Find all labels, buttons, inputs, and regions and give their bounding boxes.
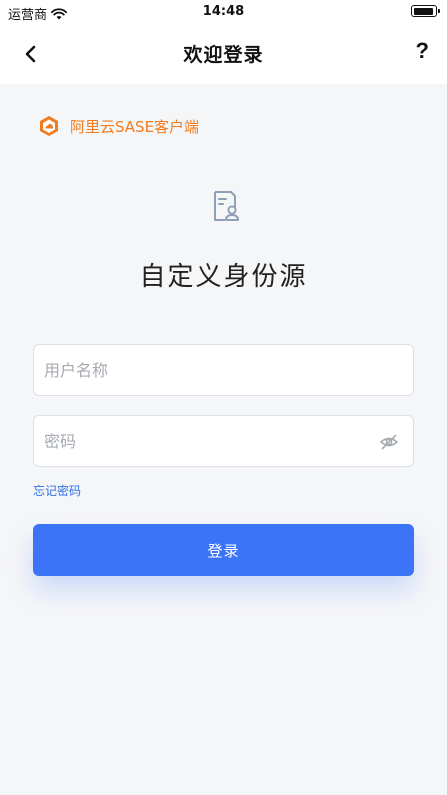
nav-bar: 欢迎登录 ? [0,24,447,84]
login-button[interactable]: 登录 [33,524,414,576]
forgot-password-link[interactable]: 忘记密码 [33,482,81,499]
header-area: 运营商 14:48 欢迎登录 ? [0,0,447,84]
password-field [33,415,414,467]
page-title: 欢迎登录 [183,44,264,66]
identity-card-icon [214,191,239,221]
status-bar: 运营商 14:48 [0,0,447,24]
identity-source-title: 自定义身份源 [139,262,308,292]
username-field [33,344,414,396]
status-time: 14:48 [202,4,245,19]
eye-off-icon[interactable] [379,432,399,452]
username-input[interactable] [44,345,364,395]
brand-name: 阿里云SASE客户端 [70,117,200,136]
help-button[interactable]: ? [416,38,429,64]
brand: 阿里云SASE客户端 [38,115,199,137]
cloud-hexagon-logo-icon [40,116,58,136]
password-input[interactable] [44,416,364,466]
battery-icon [411,5,440,17]
